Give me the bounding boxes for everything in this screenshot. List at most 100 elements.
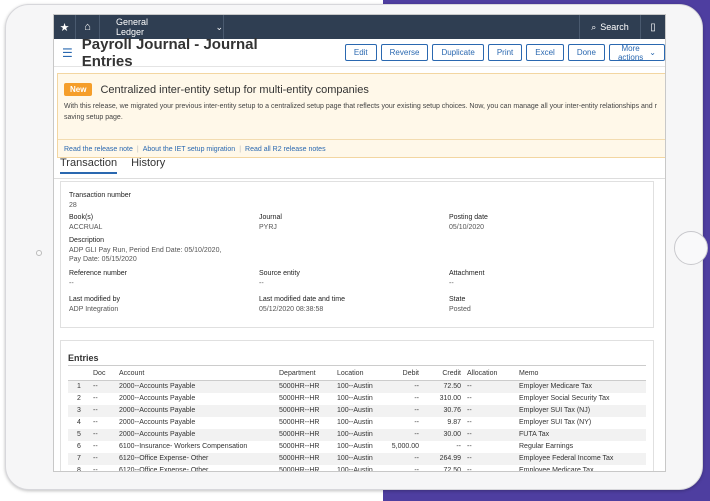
release-note-link[interactable]: Read the release note: [64, 146, 133, 153]
row-number: 1: [68, 380, 90, 393]
table-row[interactable]: 5 -- 2000--Accounts Payable 5000HR--HR 100--…: [68, 428, 646, 441]
department-cell: 5000HR--HR: [279, 395, 320, 402]
location-cell: 100--Austin: [334, 380, 382, 393]
table-row[interactable]: 8 -- 6120--Office Expense- Other 5000HR--HR…: [68, 465, 646, 472]
row-number: 5: [68, 428, 90, 441]
search-label: Search: [600, 22, 629, 32]
credit-cell: 30.76: [422, 404, 464, 417]
field-value: 28: [69, 202, 77, 209]
excel-button[interactable]: Excel: [526, 44, 564, 61]
banner-body-line: saving setup page.: [64, 113, 123, 121]
tab-divider: [54, 178, 665, 179]
field-label: Source entity: [259, 270, 300, 277]
app-screen: ★ ⌂ General Ledger ⌄ ⌕ Search ▯ ☰ Payrol…: [53, 14, 666, 472]
memo-cell: Employee Medicare Tax: [519, 467, 594, 472]
more-actions-button[interactable]: More actions ⌄: [608, 44, 665, 62]
field-value: Posted: [449, 306, 471, 313]
field-value: 05/10/2020: [449, 224, 485, 231]
allocation-cell: --: [464, 452, 516, 465]
hamburger-menu-icon[interactable]: ☰: [62, 46, 73, 60]
department-cell: 5000HR--HR: [276, 428, 334, 441]
print-button[interactable]: Print: [487, 44, 523, 61]
column-header: Debit: [382, 365, 422, 381]
reference-number-field: Reference number --: [69, 270, 127, 288]
doc-cell: --: [93, 443, 98, 450]
field-value: --: [449, 280, 454, 287]
tab-history[interactable]: History: [131, 157, 165, 174]
edit-button[interactable]: Edit: [344, 44, 377, 61]
account-cell: 2000--Accounts Payable: [116, 428, 276, 441]
entries-table: Doc Account Department Location Debit Cr…: [68, 365, 646, 472]
department-cell: 5000HR--HR: [276, 380, 334, 393]
row-number: 7: [68, 452, 90, 465]
book-field: Book(s) ACCRUAL: [69, 214, 102, 232]
field-label: State: [449, 296, 466, 303]
last-modified-by-field: Last modified by ADP Integration: [69, 296, 120, 314]
r2-notes-link[interactable]: Read all R2 release notes: [245, 146, 326, 153]
memo-cell: FUTA Tax: [516, 428, 646, 441]
table-row[interactable]: 3 -- 2000--Accounts Payable 5000HR--HR 100--…: [68, 404, 646, 417]
debit-cell: --: [414, 395, 419, 402]
tablet-home-button[interactable]: [674, 231, 708, 265]
table-row[interactable]: 7 -- 6120--Office Expense- Other 5000HR--HR…: [68, 452, 646, 465]
table-row[interactable]: 2 -- 2000--Accounts Payable 5000HR--HR 100--…: [68, 393, 646, 405]
department-cell: 5000HR--HR: [276, 404, 334, 417]
allocation-cell: --: [467, 395, 472, 402]
department-cell: 5000HR--HR: [279, 419, 320, 426]
table-row[interactable]: 1 -- 2000--Accounts Payable 5000HR--HR 100--…: [68, 380, 646, 393]
memo-cell: Employer Medicare Tax: [516, 380, 646, 393]
table-row[interactable]: 4 -- 2000--Accounts Payable 5000HR--HR 100--…: [68, 417, 646, 429]
allocation-cell: --: [464, 380, 516, 393]
account-cell: 6120--Office Expense- Other: [119, 467, 209, 472]
done-button[interactable]: Done: [567, 44, 605, 61]
department-cell: 5000HR--HR: [279, 443, 320, 450]
tab-transaction[interactable]: Transaction: [60, 157, 118, 174]
location-cell: 100--Austin: [334, 428, 382, 441]
transaction-number-field: Transaction number 28: [69, 192, 131, 210]
field-label: Journal: [259, 214, 282, 221]
column-header: [68, 365, 90, 381]
debit-cell: --: [414, 419, 419, 426]
iet-migration-link[interactable]: About the IET setup migration: [143, 146, 235, 153]
memo-cell: Employer Social Security Tax: [519, 395, 610, 402]
allocation-cell: --: [467, 419, 472, 426]
search-button[interactable]: ⌕ Search: [579, 15, 641, 39]
debit-cell: 5,000.00: [391, 443, 419, 450]
allocation-cell: --: [467, 467, 472, 472]
field-value: --: [69, 280, 74, 287]
banner-body-line: With this release, we migrated your prev…: [64, 103, 657, 110]
field-label: Posting date: [449, 214, 488, 221]
reverse-button[interactable]: Reverse: [380, 44, 429, 61]
location-cell: 100--Austin: [337, 419, 373, 426]
doc-cell: --: [93, 395, 98, 402]
attachment-field: Attachment --: [449, 270, 484, 288]
page-header: ☰ Payroll Journal - Journal Entries Edit…: [54, 36, 665, 70]
location-cell: 100--Austin: [334, 404, 382, 417]
field-value: ADP GLI Pay Run, Period End Date: 05/10/…: [69, 247, 222, 254]
doc-cell: --: [93, 467, 98, 472]
credit-cell: 72.50: [443, 467, 461, 472]
tablet-camera: [36, 250, 42, 256]
field-label: Book(s): [69, 214, 94, 221]
column-header: Account: [116, 365, 276, 381]
table-row[interactable]: 6 -- 6100--Insurance- Workers Compensation…: [68, 441, 646, 453]
duplicate-button[interactable]: Duplicate: [432, 44, 484, 61]
source-entity-field: Source entity --: [259, 270, 300, 288]
field-label: Last modified by: [69, 296, 120, 303]
bookmark-icon[interactable]: ▯: [641, 15, 665, 39]
tab-bar: Transaction History: [60, 157, 165, 174]
column-header: Credit: [422, 365, 464, 381]
link-separator: |: [136, 146, 139, 153]
memo-cell: Employee Federal Income Tax: [516, 452, 646, 465]
field-value: --: [259, 280, 264, 287]
account-cell: 2000--Accounts Payable: [116, 380, 276, 393]
description-field: Description ADP GLI Pay Run, Period End …: [69, 237, 221, 264]
posting-date-field: Posting date 05/10/2020: [449, 214, 488, 232]
field-label: Description: [69, 237, 105, 244]
field-label: Attachment: [449, 270, 485, 277]
debit-cell: --: [382, 452, 422, 465]
field-value: ACCRUAL: [69, 224, 103, 231]
banner-links: Read the release note | About the IET se…: [58, 139, 665, 153]
department-cell: 5000HR--HR: [276, 452, 334, 465]
favorites-star-icon[interactable]: ★: [54, 15, 76, 39]
